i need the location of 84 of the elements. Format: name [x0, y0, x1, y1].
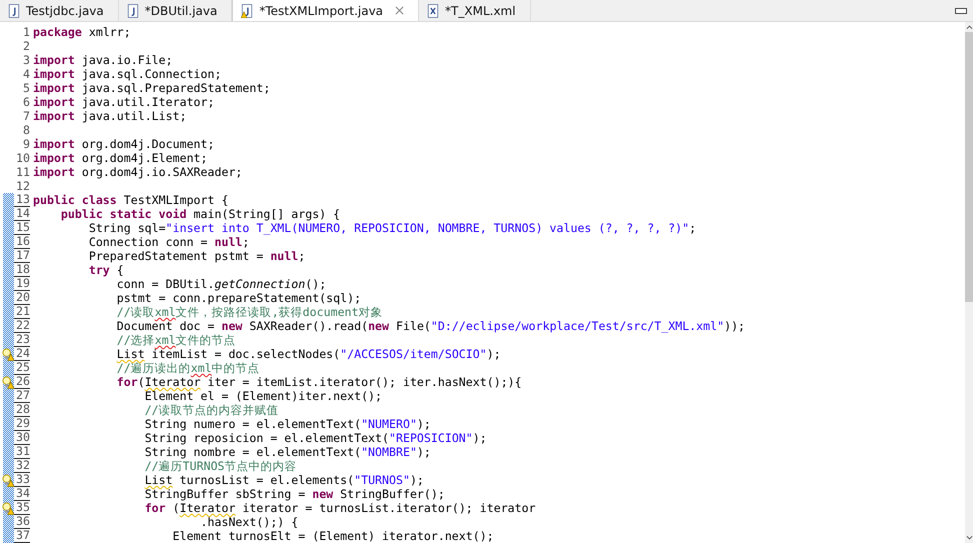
line-number: 31: [14, 445, 30, 459]
java-file-icon: [241, 4, 254, 18]
code-line: conn = DBUtil.getConnection();: [116, 277, 326, 291]
code-line: //选择xml文件的节点: [116, 333, 236, 347]
code-line: List itemList = doc.selectNodes("/ACCESOS/item/SOCIO");: [116, 347, 501, 361]
line-number: 11: [15, 166, 30, 178]
code-line: List turnosList = el.elements("TURNOS");: [144, 473, 424, 487]
line-number: 18: [14, 263, 30, 277]
line-number: 35: [14, 501, 30, 515]
scroll-down-icon[interactable]: [966, 535, 972, 541]
line-number: 22: [14, 319, 30, 333]
line-number: 30: [14, 431, 30, 445]
editor-tab[interactable]: Testjdbc.java: [0, 0, 119, 21]
code-line: try {: [88, 263, 124, 277]
line-number: 27: [14, 389, 30, 403]
line-number: 13: [14, 193, 30, 207]
line-number: 28: [14, 403, 30, 417]
code-line: PreparedStatement pstmt = null;: [88, 249, 306, 263]
code-line: import java.io.File;: [33, 53, 173, 67]
code-line: import java.util.Iterator;: [33, 95, 214, 109]
editor-tab[interactable]: *TestXMLImport.java: [232, 0, 420, 21]
line-number: 10: [15, 152, 30, 164]
code-line: package xmlrr;: [33, 25, 131, 39]
line-number: 36: [14, 515, 30, 529]
code-line: import java.util.List;: [33, 109, 187, 123]
line-number: 29: [14, 417, 30, 431]
line-number: 26: [14, 375, 30, 389]
scroll-up-icon[interactable]: [966, 24, 972, 30]
line-number: 37: [14, 529, 30, 543]
line-number: 9: [22, 138, 30, 150]
line-number: 20: [14, 291, 30, 305]
scrollbar[interactable]: [965, 22, 973, 543]
line-number: 3: [22, 54, 30, 66]
line-number: 12: [15, 180, 30, 192]
line-number: 14: [14, 207, 30, 221]
code-line: public static void main(String[] args) {: [60, 207, 340, 221]
line-number: 7: [22, 110, 30, 122]
line-number: 6: [22, 96, 30, 108]
code-line: for(Iterator iter = itemList.iterator(); iter.hasNext();){: [116, 375, 522, 389]
code-line: String sql="insert into T_XML(NUMERO, REPOSICION, NOMBRE, TURNOS) values (?, ?, ?, ?)";: [88, 221, 696, 235]
line-number: 34: [14, 487, 30, 501]
code-line: String nombre = el.elementText("NOMBRE");: [144, 445, 431, 459]
code-line: Element turnosElt = (Element) iterator.next();: [172, 529, 494, 543]
code-line: import org.dom4j.io.SAXReader;: [33, 165, 242, 179]
code-line: for (Iterator iterator = turnosList.iterator(); iterator: [144, 501, 536, 515]
code-line: Connection conn = null;: [88, 235, 250, 249]
code-line: import org.dom4j.Document;: [33, 137, 214, 151]
code-line: .hasNext();) {: [200, 515, 298, 529]
line-number: 15: [14, 221, 30, 235]
line-number: 16: [14, 235, 30, 249]
editor-tab[interactable]: *T_XML.xml: [419, 0, 531, 21]
line-number: 2: [22, 40, 30, 52]
code-line: //遍历TURNOS节点中的内容: [144, 459, 297, 473]
java-file-icon: [126, 4, 139, 18]
line-number: 17: [14, 249, 30, 263]
code-line: import java.sql.PreparedStatement;: [33, 81, 270, 95]
java-file-icon: [8, 4, 20, 18]
scroll-thumb[interactable]: [965, 32, 973, 302]
minimize-icon[interactable]: [955, 6, 967, 14]
code-line: import org.dom4j.Element;: [33, 151, 208, 165]
line-number: 24: [14, 347, 30, 361]
code-line: //读取节点的内容并赋值: [144, 403, 279, 417]
line-number: 33: [14, 473, 30, 487]
code-line: Document doc = new SAXReader().read(new File("D://eclipse/workplace/Test/src/T_XML.xml"));: [116, 319, 746, 333]
line-number: 19: [14, 277, 30, 291]
line-number: 4: [22, 68, 30, 80]
code-line: pstmt = conn.prepareStatement(sql);: [116, 291, 362, 305]
code-line: import java.sql.Connection;: [33, 67, 222, 81]
line-number: 5: [22, 82, 30, 94]
code-line: public class TestXMLImport {: [33, 193, 228, 207]
line-number: 23: [14, 333, 30, 347]
line-number: 32: [14, 459, 30, 473]
line-number: 25: [14, 361, 30, 375]
line-number: 8: [22, 124, 30, 136]
close-icon[interactable]: [395, 6, 404, 15]
code-line: StringBuffer sbString = new StringBuffer();: [144, 487, 445, 501]
code-line: //读取xml文件，按路径读取,获得document对象: [116, 305, 383, 319]
code-line: String reposicion = el.elementText("REPOSICION");: [144, 431, 487, 445]
line-number: 21: [14, 305, 30, 319]
code-line: String numero = el.elementText("NUMERO");: [144, 417, 431, 431]
line-number: 1: [22, 26, 30, 38]
code-line: //遍历读出的xml中的节点: [116, 361, 260, 375]
xml-file-icon: [427, 4, 440, 18]
code-line: Element el = (Element)iter.next();: [144, 389, 382, 403]
